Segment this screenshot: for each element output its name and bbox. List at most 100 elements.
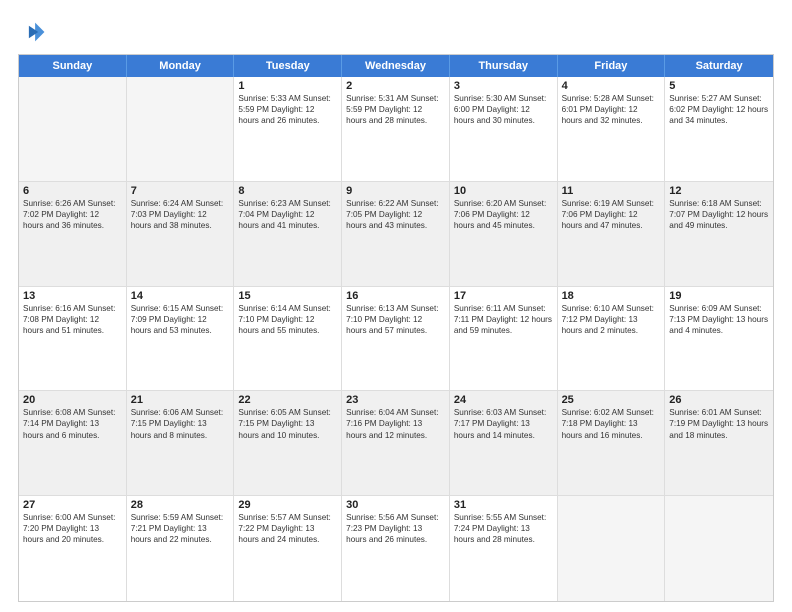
- page: SundayMondayTuesdayWednesdayThursdayFrid…: [0, 0, 792, 612]
- day-info: Sunrise: 5:57 AM Sunset: 7:22 PM Dayligh…: [238, 512, 337, 545]
- header-day-tuesday: Tuesday: [234, 55, 342, 77]
- calendar-cell: 16Sunrise: 6:13 AM Sunset: 7:10 PM Dayli…: [342, 287, 450, 391]
- day-info: Sunrise: 6:22 AM Sunset: 7:05 PM Dayligh…: [346, 198, 445, 231]
- calendar-cell: 12Sunrise: 6:18 AM Sunset: 7:07 PM Dayli…: [665, 182, 773, 286]
- day-info: Sunrise: 6:08 AM Sunset: 7:14 PM Dayligh…: [23, 407, 122, 440]
- calendar-cell: 10Sunrise: 6:20 AM Sunset: 7:06 PM Dayli…: [450, 182, 558, 286]
- calendar: SundayMondayTuesdayWednesdayThursdayFrid…: [18, 54, 774, 602]
- day-info: Sunrise: 6:13 AM Sunset: 7:10 PM Dayligh…: [346, 303, 445, 336]
- calendar-cell: 20Sunrise: 6:08 AM Sunset: 7:14 PM Dayli…: [19, 391, 127, 495]
- day-info: Sunrise: 5:55 AM Sunset: 7:24 PM Dayligh…: [454, 512, 553, 545]
- day-number: 23: [346, 394, 445, 406]
- calendar-cell: 17Sunrise: 6:11 AM Sunset: 7:11 PM Dayli…: [450, 287, 558, 391]
- calendar-cell: 29Sunrise: 5:57 AM Sunset: 7:22 PM Dayli…: [234, 496, 342, 601]
- day-number: 31: [454, 499, 553, 511]
- day-info: Sunrise: 6:23 AM Sunset: 7:04 PM Dayligh…: [238, 198, 337, 231]
- day-number: 8: [238, 185, 337, 197]
- day-info: Sunrise: 6:05 AM Sunset: 7:15 PM Dayligh…: [238, 407, 337, 440]
- day-number: 4: [562, 80, 661, 92]
- day-number: 17: [454, 290, 553, 302]
- day-info: Sunrise: 6:14 AM Sunset: 7:10 PM Dayligh…: [238, 303, 337, 336]
- calendar-cell: 24Sunrise: 6:03 AM Sunset: 7:17 PM Dayli…: [450, 391, 558, 495]
- calendar-body: 1Sunrise: 5:33 AM Sunset: 5:59 PM Daylig…: [19, 77, 773, 601]
- header-day-thursday: Thursday: [450, 55, 558, 77]
- day-number: 1: [238, 80, 337, 92]
- logo: [18, 18, 50, 46]
- day-info: Sunrise: 5:28 AM Sunset: 6:01 PM Dayligh…: [562, 93, 661, 126]
- calendar-cell: 30Sunrise: 5:56 AM Sunset: 7:23 PM Dayli…: [342, 496, 450, 601]
- calendar-cell: [665, 496, 773, 601]
- calendar-cell: 7Sunrise: 6:24 AM Sunset: 7:03 PM Daylig…: [127, 182, 235, 286]
- day-info: Sunrise: 6:04 AM Sunset: 7:16 PM Dayligh…: [346, 407, 445, 440]
- calendar-cell: 27Sunrise: 6:00 AM Sunset: 7:20 PM Dayli…: [19, 496, 127, 601]
- day-info: Sunrise: 5:30 AM Sunset: 6:00 PM Dayligh…: [454, 93, 553, 126]
- day-info: Sunrise: 6:18 AM Sunset: 7:07 PM Dayligh…: [669, 198, 769, 231]
- day-info: Sunrise: 5:56 AM Sunset: 7:23 PM Dayligh…: [346, 512, 445, 545]
- day-number: 13: [23, 290, 122, 302]
- logo-icon: [18, 18, 46, 46]
- day-number: 9: [346, 185, 445, 197]
- header-day-sunday: Sunday: [19, 55, 127, 77]
- calendar-cell: [19, 77, 127, 181]
- day-number: 18: [562, 290, 661, 302]
- day-info: Sunrise: 6:06 AM Sunset: 7:15 PM Dayligh…: [131, 407, 230, 440]
- calendar-cell: 28Sunrise: 5:59 AM Sunset: 7:21 PM Dayli…: [127, 496, 235, 601]
- day-number: 6: [23, 185, 122, 197]
- day-number: 16: [346, 290, 445, 302]
- calendar-cell: [127, 77, 235, 181]
- day-info: Sunrise: 6:15 AM Sunset: 7:09 PM Dayligh…: [131, 303, 230, 336]
- day-number: 10: [454, 185, 553, 197]
- calendar-cell: 13Sunrise: 6:16 AM Sunset: 7:08 PM Dayli…: [19, 287, 127, 391]
- calendar-cell: 8Sunrise: 6:23 AM Sunset: 7:04 PM Daylig…: [234, 182, 342, 286]
- calendar-header: SundayMondayTuesdayWednesdayThursdayFrid…: [19, 55, 773, 77]
- day-info: Sunrise: 6:11 AM Sunset: 7:11 PM Dayligh…: [454, 303, 553, 336]
- day-info: Sunrise: 6:02 AM Sunset: 7:18 PM Dayligh…: [562, 407, 661, 440]
- calendar-cell: 26Sunrise: 6:01 AM Sunset: 7:19 PM Dayli…: [665, 391, 773, 495]
- header-day-wednesday: Wednesday: [342, 55, 450, 77]
- day-number: 29: [238, 499, 337, 511]
- day-number: 15: [238, 290, 337, 302]
- calendar-cell: 31Sunrise: 5:55 AM Sunset: 7:24 PM Dayli…: [450, 496, 558, 601]
- day-info: Sunrise: 6:16 AM Sunset: 7:08 PM Dayligh…: [23, 303, 122, 336]
- day-number: 5: [669, 80, 769, 92]
- day-number: 27: [23, 499, 122, 511]
- day-number: 12: [669, 185, 769, 197]
- calendar-cell: 18Sunrise: 6:10 AM Sunset: 7:12 PM Dayli…: [558, 287, 666, 391]
- day-info: Sunrise: 6:26 AM Sunset: 7:02 PM Dayligh…: [23, 198, 122, 231]
- day-number: 28: [131, 499, 230, 511]
- calendar-cell: 4Sunrise: 5:28 AM Sunset: 6:01 PM Daylig…: [558, 77, 666, 181]
- day-info: Sunrise: 6:20 AM Sunset: 7:06 PM Dayligh…: [454, 198, 553, 231]
- day-number: 24: [454, 394, 553, 406]
- calendar-row-2: 6Sunrise: 6:26 AM Sunset: 7:02 PM Daylig…: [19, 182, 773, 287]
- calendar-cell: 3Sunrise: 5:30 AM Sunset: 6:00 PM Daylig…: [450, 77, 558, 181]
- calendar-cell: 25Sunrise: 6:02 AM Sunset: 7:18 PM Dayli…: [558, 391, 666, 495]
- calendar-row-5: 27Sunrise: 6:00 AM Sunset: 7:20 PM Dayli…: [19, 496, 773, 601]
- day-number: 7: [131, 185, 230, 197]
- day-info: Sunrise: 6:01 AM Sunset: 7:19 PM Dayligh…: [669, 407, 769, 440]
- day-info: Sunrise: 5:59 AM Sunset: 7:21 PM Dayligh…: [131, 512, 230, 545]
- header-day-friday: Friday: [558, 55, 666, 77]
- day-info: Sunrise: 6:03 AM Sunset: 7:17 PM Dayligh…: [454, 407, 553, 440]
- calendar-cell: 5Sunrise: 5:27 AM Sunset: 6:02 PM Daylig…: [665, 77, 773, 181]
- calendar-cell: 1Sunrise: 5:33 AM Sunset: 5:59 PM Daylig…: [234, 77, 342, 181]
- day-info: Sunrise: 6:24 AM Sunset: 7:03 PM Dayligh…: [131, 198, 230, 231]
- calendar-cell: 21Sunrise: 6:06 AM Sunset: 7:15 PM Dayli…: [127, 391, 235, 495]
- day-info: Sunrise: 5:27 AM Sunset: 6:02 PM Dayligh…: [669, 93, 769, 126]
- calendar-cell: 23Sunrise: 6:04 AM Sunset: 7:16 PM Dayli…: [342, 391, 450, 495]
- header-day-saturday: Saturday: [665, 55, 773, 77]
- calendar-cell: 22Sunrise: 6:05 AM Sunset: 7:15 PM Dayli…: [234, 391, 342, 495]
- day-number: 30: [346, 499, 445, 511]
- calendar-cell: 15Sunrise: 6:14 AM Sunset: 7:10 PM Dayli…: [234, 287, 342, 391]
- calendar-cell: 19Sunrise: 6:09 AM Sunset: 7:13 PM Dayli…: [665, 287, 773, 391]
- day-number: 26: [669, 394, 769, 406]
- day-number: 21: [131, 394, 230, 406]
- header: [18, 18, 774, 46]
- day-number: 25: [562, 394, 661, 406]
- day-number: 3: [454, 80, 553, 92]
- day-info: Sunrise: 6:19 AM Sunset: 7:06 PM Dayligh…: [562, 198, 661, 231]
- day-info: Sunrise: 5:31 AM Sunset: 5:59 PM Dayligh…: [346, 93, 445, 126]
- day-info: Sunrise: 6:09 AM Sunset: 7:13 PM Dayligh…: [669, 303, 769, 336]
- day-number: 22: [238, 394, 337, 406]
- calendar-row-1: 1Sunrise: 5:33 AM Sunset: 5:59 PM Daylig…: [19, 77, 773, 182]
- calendar-cell: [558, 496, 666, 601]
